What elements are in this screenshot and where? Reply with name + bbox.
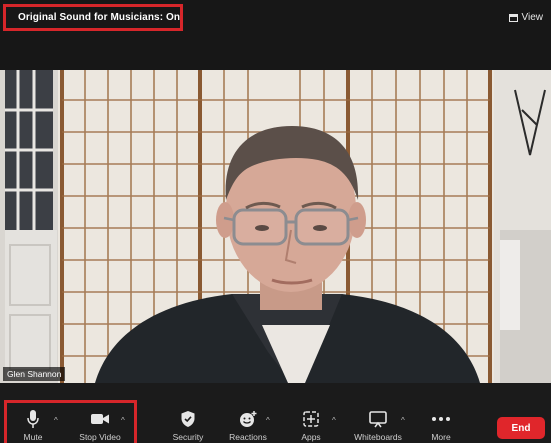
- stop-video-button[interactable]: Stop Video: [70, 409, 130, 442]
- original-sound-indicator[interactable]: Original Sound for Musicians: On: [3, 4, 183, 31]
- end-label: End: [511, 422, 531, 434]
- participant-video: Glen Shannon: [0, 70, 551, 383]
- apps-button[interactable]: Apps: [281, 409, 341, 442]
- reactions-options-chevron-icon[interactable]: ^: [266, 416, 270, 425]
- reactions-label: Reactions: [229, 432, 267, 442]
- security-label: Security: [172, 432, 204, 442]
- original-sound-label: Original Sound for Musicians: On: [18, 12, 181, 23]
- smiley-plus-icon: [238, 409, 258, 429]
- meeting-controls-toolbar: Mute ^ Stop Video ^ Security Reactions ^…: [0, 383, 551, 443]
- reactions-button[interactable]: Reactions: [218, 409, 278, 442]
- end-meeting-button[interactable]: End: [497, 417, 545, 439]
- apps-label: Apps: [301, 432, 321, 442]
- more-dots-icon: [431, 409, 451, 429]
- whiteboards-options-chevron-icon[interactable]: ^: [401, 416, 405, 425]
- view-button[interactable]: View: [508, 12, 544, 23]
- meeting-top-bar: Original Sound for Musicians: On View: [0, 0, 551, 70]
- microphone-icon: [26, 409, 40, 429]
- video-options-chevron-icon[interactable]: ^: [121, 416, 125, 425]
- whiteboards-label: Whiteboards: [354, 432, 402, 442]
- audio-options-chevron-icon[interactable]: ^: [54, 416, 58, 425]
- more-button[interactable]: More: [411, 409, 471, 442]
- mute-label: Mute: [23, 432, 43, 442]
- mute-button[interactable]: Mute: [3, 409, 63, 442]
- security-shield-icon: [180, 409, 196, 429]
- view-icon: [508, 13, 518, 22]
- video-camera-icon: [90, 409, 110, 429]
- participant-name-tag: Glen Shannon: [3, 367, 66, 381]
- whiteboards-button[interactable]: Whiteboards: [348, 409, 408, 442]
- security-button[interactable]: Security: [158, 409, 218, 442]
- apps-icon: [302, 409, 320, 429]
- view-label: View: [521, 12, 544, 23]
- whiteboard-icon: [368, 409, 388, 429]
- apps-options-chevron-icon[interactable]: ^: [332, 416, 336, 425]
- video-scene: [0, 70, 551, 383]
- stop-video-label: Stop Video: [79, 432, 121, 442]
- more-label: More: [431, 432, 451, 442]
